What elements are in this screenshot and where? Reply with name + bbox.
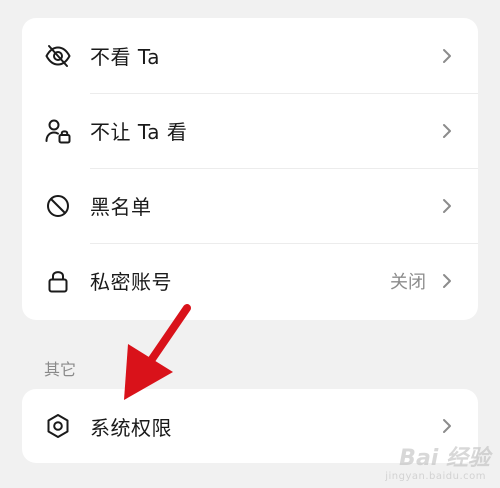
lock-icon	[44, 267, 72, 295]
list-item-label: 私密账号	[90, 270, 172, 294]
section-title-other: 其它	[44, 360, 77, 379]
hexagon-settings-icon	[44, 412, 72, 440]
private-account-status: 关闭	[390, 271, 426, 293]
eye-off-icon	[44, 42, 72, 70]
privacy-settings-card: 不看 Ta 不让 Ta 看 黑名单 私密账号 关闭	[22, 18, 478, 320]
list-item-hide-from-me[interactable]: 不看 Ta	[22, 18, 478, 93]
list-item-hide-my-posts[interactable]: 不让 Ta 看	[22, 93, 478, 168]
user-lock-icon	[44, 117, 72, 145]
list-item-blacklist[interactable]: 黑名单	[22, 168, 478, 243]
list-item-label: 系统权限	[90, 415, 172, 440]
chevron-right-icon	[440, 271, 454, 291]
watermark-subtext: jingyan.baidu.com	[385, 471, 486, 482]
chevron-right-icon	[440, 46, 454, 66]
block-icon	[44, 192, 72, 220]
chevron-right-icon	[440, 416, 454, 436]
list-item-system-permissions[interactable]: 系统权限	[22, 389, 478, 463]
chevron-right-icon	[440, 121, 454, 141]
list-item-label: 不看 Ta	[90, 45, 161, 69]
list-item-private-account[interactable]: 私密账号 关闭	[22, 243, 478, 318]
other-settings-card: 系统权限	[22, 389, 478, 463]
list-item-label: 黑名单	[90, 195, 152, 219]
chevron-right-icon	[440, 196, 454, 216]
list-item-label: 不让 Ta 看	[90, 120, 188, 144]
